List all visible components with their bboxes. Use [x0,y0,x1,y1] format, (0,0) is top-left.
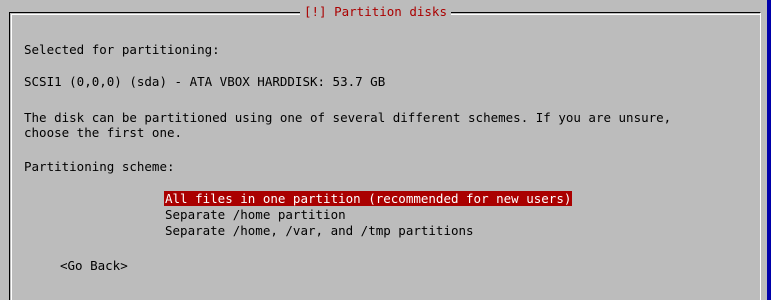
installer-screen: [!] Partition disks Selected for partiti… [0,0,771,300]
disk-info: SCSI1 (0,0,0) (sda) - ATA VBOX HARDDISK:… [24,74,386,89]
description-line-2: choose the first one. [24,125,183,140]
partition-disks-dialog: [!] Partition disks Selected for partiti… [0,0,771,300]
option-all-files-one-partition[interactable]: All files in one partition (recommended … [164,191,573,206]
selected-for-partitioning-label: Selected for partitioning: [24,42,220,57]
description-line-1: The disk can be partitioned using one of… [24,110,672,125]
screen-edge [767,0,771,300]
go-back-button[interactable]: <Go Back> [60,258,128,273]
partitioning-scheme-label: Partitioning scheme: [24,159,175,174]
option-separate-home-var-tmp[interactable]: Separate /home, /var, and /tmp partition… [164,223,475,238]
dialog-title: [!] Partition disks [300,3,451,21]
option-separate-home[interactable]: Separate /home partition [164,207,347,222]
